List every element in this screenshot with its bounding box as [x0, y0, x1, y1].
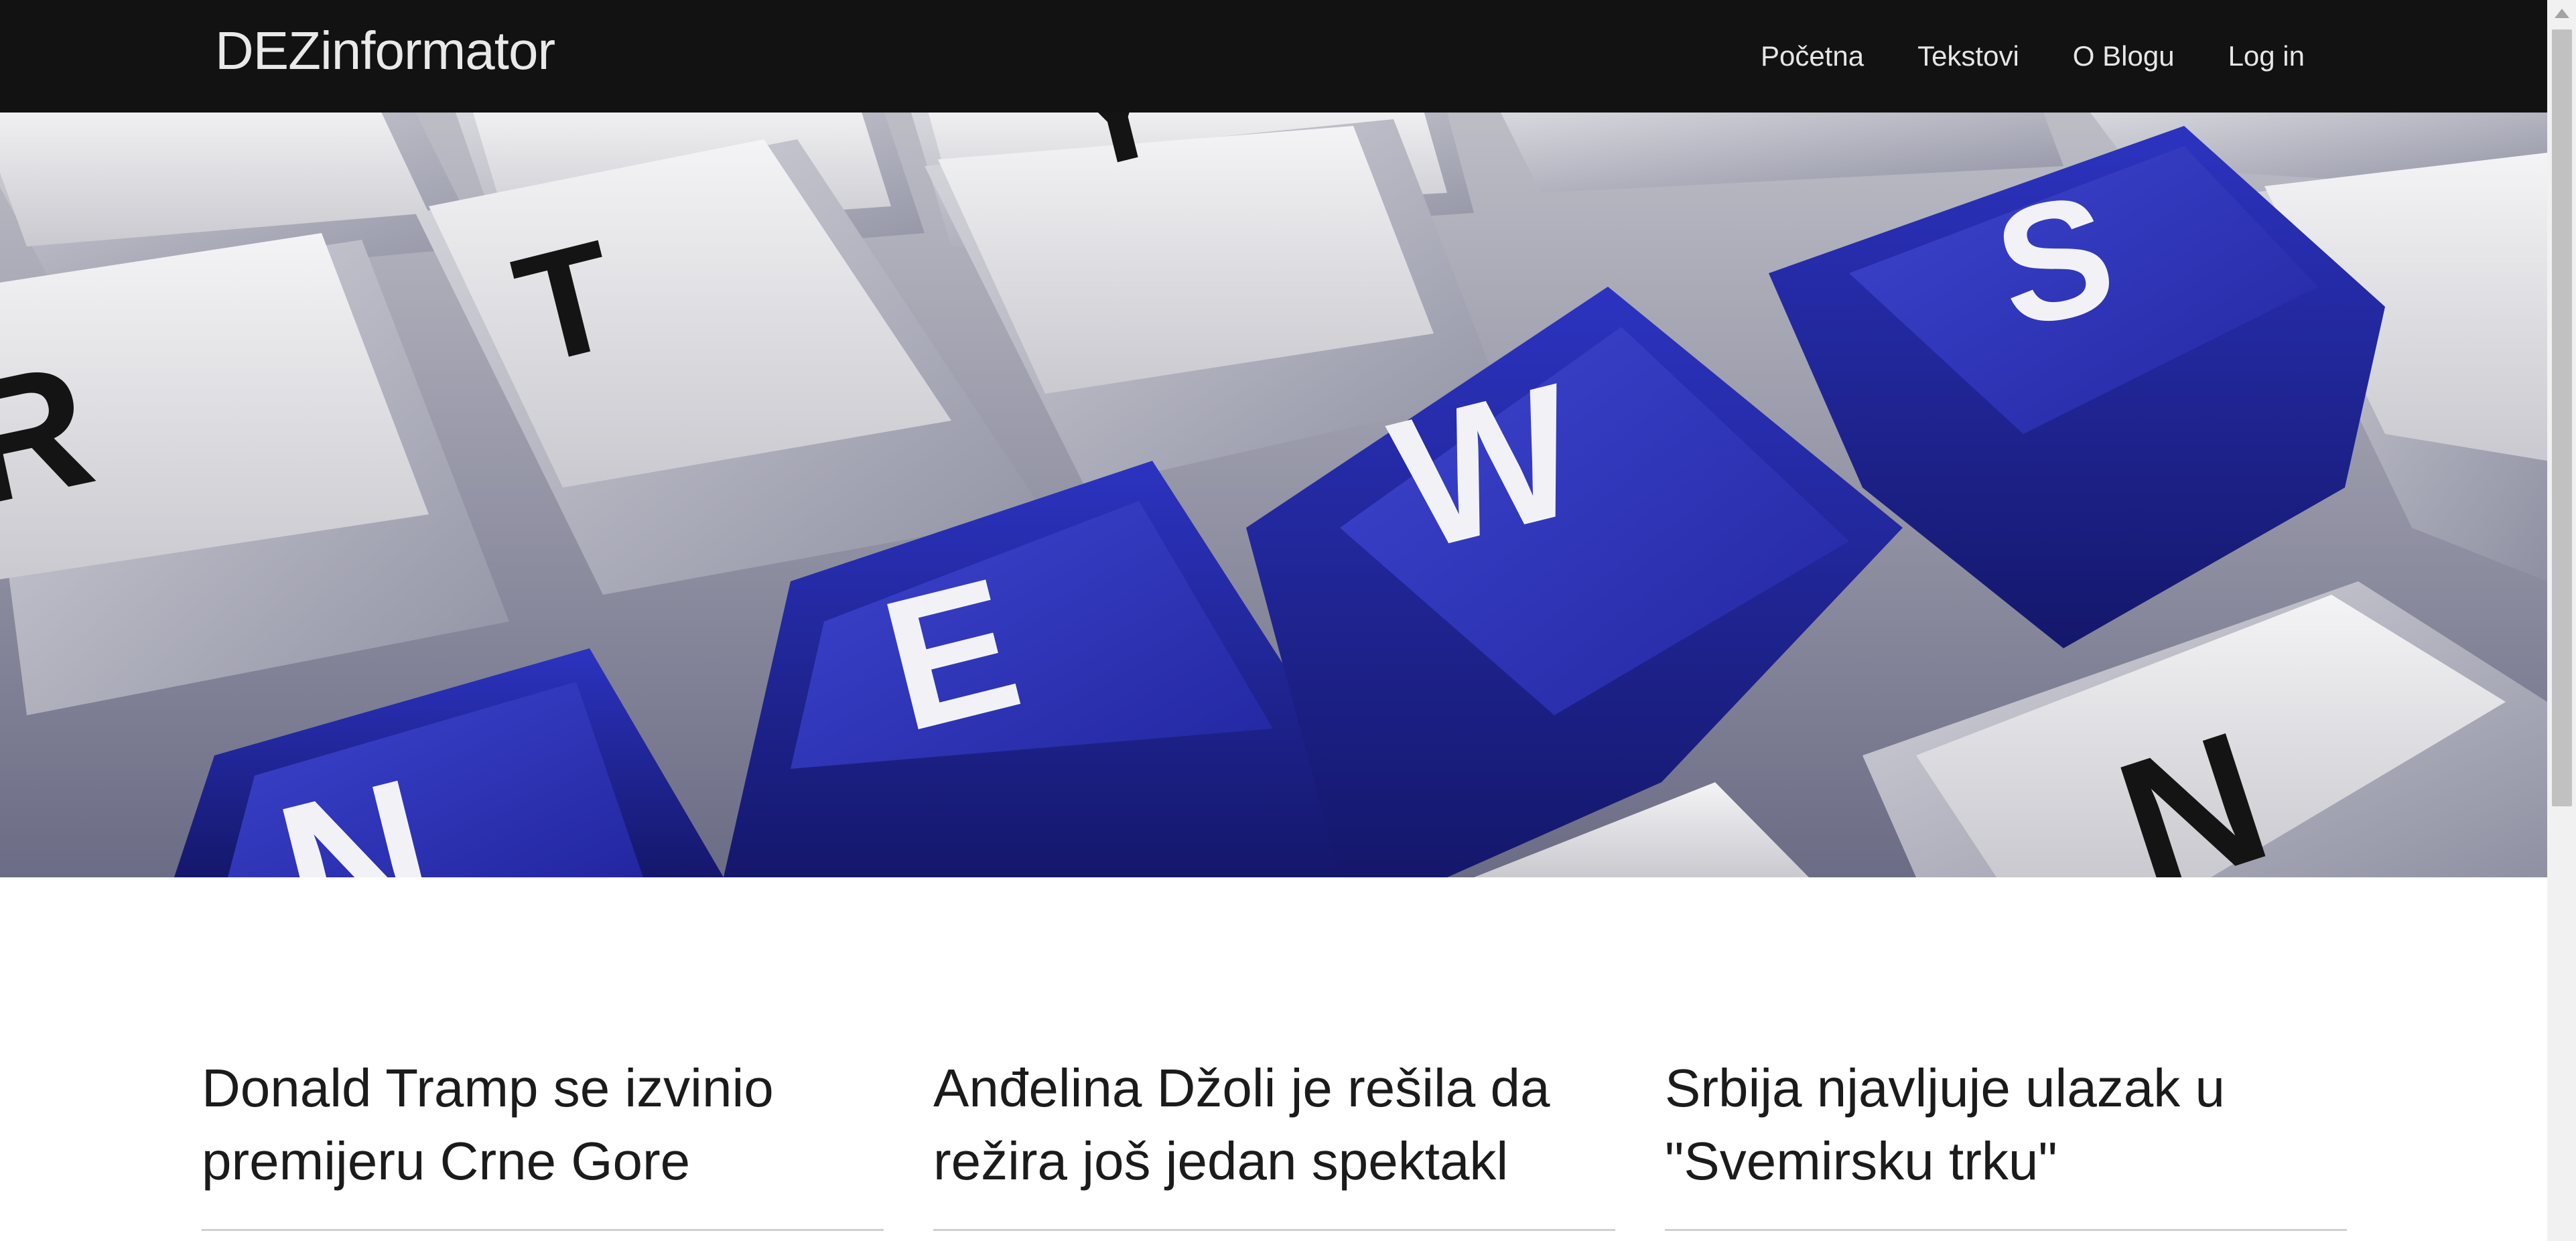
article-divider: [1665, 1229, 2347, 1231]
article-divider: [202, 1229, 884, 1231]
nav-links: Početna Tekstovi O Blogu Log in: [1761, 0, 2305, 113]
hero-news-keyboard-image: R T Y N E W S N: [0, 113, 2547, 877]
triangle-up-icon: [2554, 9, 2569, 18]
article-divider: [933, 1229, 1615, 1231]
nav-link-tekstovi[interactable]: Tekstovi: [1917, 0, 2019, 113]
article-card: Srbija njavljuje ulazak u "Svemirsku trk…: [1665, 1051, 2347, 1231]
article-title-link[interactable]: Srbija njavljuje ulazak u "Svemirsku trk…: [1665, 1051, 2347, 1197]
article-title-link[interactable]: Anđelina Džoli je rešila da režira još j…: [933, 1051, 1615, 1197]
vertical-scrollbar[interactable]: [2547, 0, 2576, 1241]
article-title-link[interactable]: Donald Tramp se izvinio premijeru Crne G…: [202, 1051, 884, 1197]
scroll-up-button[interactable]: [2547, 0, 2576, 27]
top-navbar: DEZinformator Početna Tekstovi O Blogu L…: [0, 0, 2547, 113]
page: DEZinformator Početna Tekstovi O Blogu L…: [0, 0, 2576, 1241]
nav-link-log-in[interactable]: Log in: [2228, 0, 2305, 113]
scrollbar-thumb[interactable]: [2552, 29, 2572, 806]
article-card: Anđelina Džoli je rešila da režira još j…: [933, 1051, 1615, 1231]
article-card: Donald Tramp se izvinio premijeru Crne G…: [202, 1051, 884, 1231]
nav-link-o-blogu[interactable]: O Blogu: [2073, 0, 2175, 113]
nav-link-pocetna[interactable]: Početna: [1761, 0, 1864, 113]
site-brand-link[interactable]: DEZinformator: [215, 17, 555, 84]
